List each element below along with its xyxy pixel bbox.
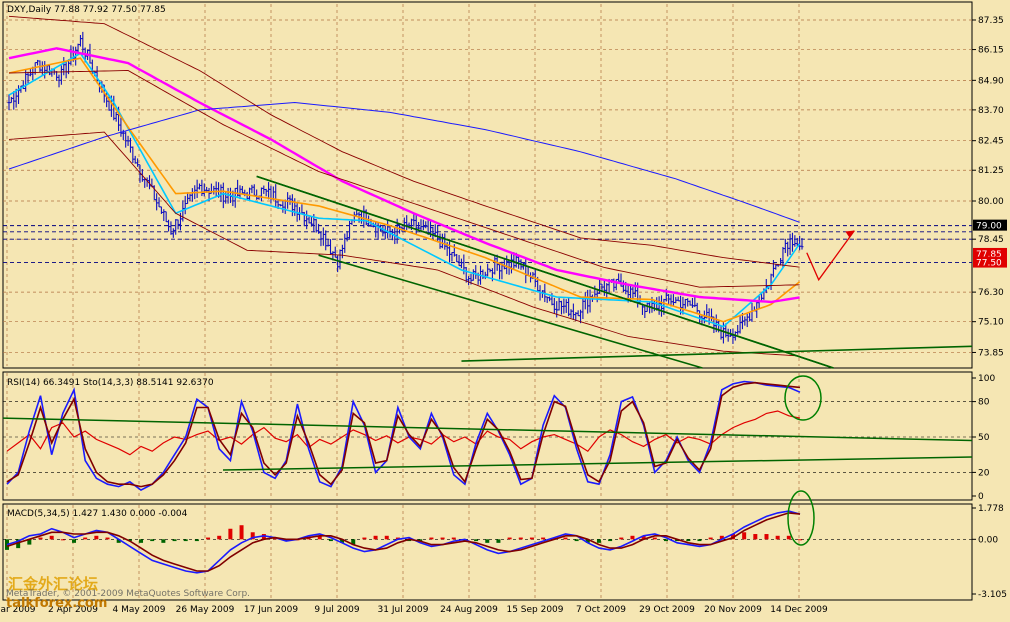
macd-hist-bar xyxy=(217,535,222,540)
x-tick-label: 26 May 2009 xyxy=(176,605,235,615)
macd-hist-bar xyxy=(786,535,791,540)
macd-hist-bar xyxy=(663,539,668,542)
macd-hist-bar xyxy=(206,537,211,540)
macd-hist-bar xyxy=(194,539,199,542)
macd-tick-label: -3.105 xyxy=(978,590,1007,600)
macd-hist-bar xyxy=(541,537,546,540)
macd-hist-bar xyxy=(775,535,780,540)
x-tick-label: 29 Oct 2009 xyxy=(639,605,695,615)
macd-hist-bar xyxy=(228,528,233,540)
macd-hist-bar xyxy=(239,525,244,540)
macd-hist-bar xyxy=(49,535,54,540)
y-tick-label: 86.15 xyxy=(978,46,1004,56)
price-label: 77.50 xyxy=(976,259,1002,269)
osc-tick-label: 50 xyxy=(978,433,990,443)
y-tick-label: 75.10 xyxy=(978,318,1004,328)
macd-hist-bar xyxy=(742,532,747,540)
y-tick-label: 73.85 xyxy=(978,348,1004,358)
macd-tick-label: 0.00 xyxy=(978,535,998,545)
macd-hist-bar xyxy=(373,535,378,540)
macd-hist-bar xyxy=(150,539,155,542)
macd-hist-bar xyxy=(38,537,43,540)
y-tick-label: 82.45 xyxy=(978,137,1004,147)
macd-hist-bar xyxy=(708,537,713,540)
macd-hist-bar xyxy=(608,539,613,542)
macd-hist-bar xyxy=(697,539,702,542)
x-tick-label: 24 Aug 2009 xyxy=(440,605,498,615)
x-tick-label: 15 Sep 2009 xyxy=(506,605,563,615)
macd-hist-bar xyxy=(485,539,490,543)
y-tick-label: 76.30 xyxy=(978,288,1004,298)
macd-hist-bar xyxy=(798,539,802,541)
macd-hist-bar xyxy=(630,535,635,540)
macd-hist-bar xyxy=(753,534,758,540)
macd-hist-bar xyxy=(474,539,479,542)
osc-tick-label: 100 xyxy=(978,374,995,384)
rsi-header: RSI(14) 66.3491 Sto(14,3,3) 88.5141 92.6… xyxy=(7,378,214,388)
copyright: MetaTrader, © 2001-2009 MetaQuotes Softw… xyxy=(6,589,250,599)
macd-hist-bar xyxy=(172,539,177,542)
macd-hist-bar xyxy=(496,539,501,543)
y-tick-label: 80.00 xyxy=(978,197,1004,207)
macd-hist-bar xyxy=(596,539,601,543)
macd-header: MACD(5,34,5) 1.427 1.430 0.000 -0.004 xyxy=(7,509,188,519)
osc-tick-label: 0 xyxy=(978,492,984,502)
y-tick-label: 83.70 xyxy=(978,106,1004,116)
x-tick-label: 7 Oct 2009 xyxy=(576,605,626,615)
macd-hist-bar xyxy=(161,539,166,543)
macd-hist-bar xyxy=(764,534,769,540)
chart-window: 16 Mar 20092 Apr 20094 May 200926 May 20… xyxy=(0,0,1010,618)
macd-hist-bar xyxy=(529,537,534,540)
y-tick-label: 84.90 xyxy=(978,76,1004,86)
macd-hist-bar xyxy=(105,537,110,540)
macd-hist-bar xyxy=(652,537,657,540)
macd-tick-label: 1.778 xyxy=(978,504,1004,514)
macd-hist-bar xyxy=(440,537,445,540)
y-tick-label: 81.25 xyxy=(978,166,1004,176)
macd-hist-bar xyxy=(94,535,99,540)
x-tick-label: 20 Nov 2009 xyxy=(704,605,762,615)
osc-tick-label: 20 xyxy=(978,468,990,478)
macd-hist-bar xyxy=(362,537,367,540)
chart-canvas: 16 Mar 20092 Apr 20094 May 200926 May 20… xyxy=(0,0,1010,618)
x-tick-label: 17 Jun 2009 xyxy=(244,605,298,615)
price-header: DXY,Daily 77.88 77.92 77.50 77.85 xyxy=(7,5,166,15)
macd-hist-bar xyxy=(183,539,188,542)
osc-tick-label: 80 xyxy=(978,398,990,408)
x-tick-label: 14 Dec 2009 xyxy=(770,605,828,615)
macd-hist-bar xyxy=(384,535,389,540)
macd-hist-bar xyxy=(563,537,568,540)
x-tick-label: 4 May 2009 xyxy=(113,605,166,615)
macd-hist-bar xyxy=(686,539,691,542)
macd-hist-bar xyxy=(72,539,77,543)
macd-hist-bar xyxy=(139,539,144,543)
price-label: 79.00 xyxy=(976,222,1002,232)
macd-hist-bar xyxy=(574,539,579,542)
macd-hist-bar xyxy=(518,537,523,540)
macd-hist-bar xyxy=(83,537,88,540)
macd-hist-bar xyxy=(328,539,333,542)
macd-hist-bar xyxy=(507,537,512,540)
y-tick-label: 87.35 xyxy=(978,16,1004,26)
macd-hist-bar xyxy=(451,537,456,540)
macd-hist-bar xyxy=(429,537,434,540)
macd-hist-bar xyxy=(619,537,624,540)
y-tick-label: 78.45 xyxy=(978,235,1004,245)
x-tick-label: 31 Jul 2009 xyxy=(378,605,429,615)
x-tick-label: 9 Jul 2009 xyxy=(314,605,359,615)
macd-hist-bar xyxy=(60,539,65,541)
